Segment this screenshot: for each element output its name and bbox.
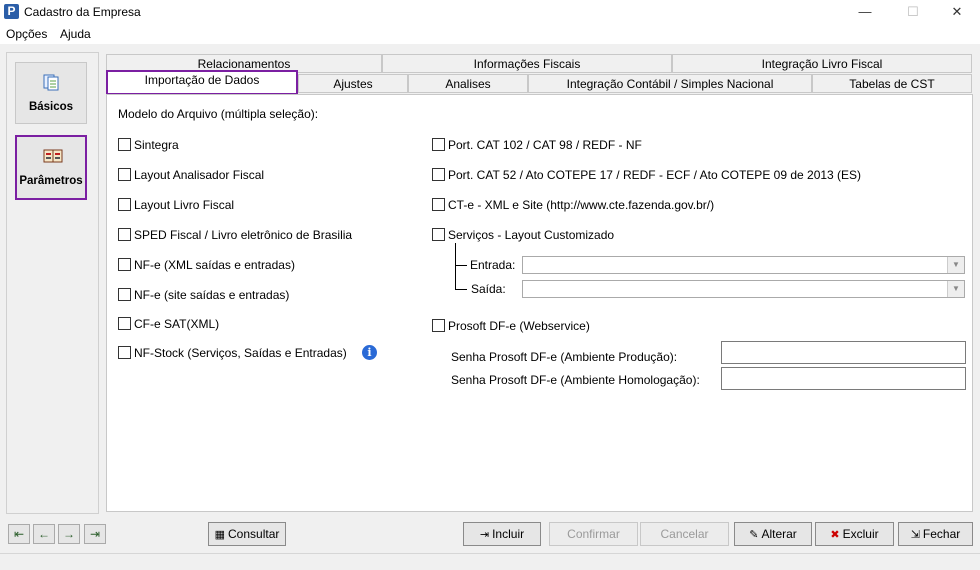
- cancelar-label: Cancelar: [660, 527, 709, 541]
- last-record-button[interactable]: ⇥: [84, 524, 106, 544]
- cancelar-button[interactable]: Cancelar: [640, 522, 729, 546]
- senha-homologacao-input[interactable]: [721, 367, 966, 390]
- tree-line: [455, 243, 456, 289]
- nfe-xml-label: NF-e (XML saídas e entradas): [134, 258, 295, 272]
- nf-stock-checkbox[interactable]: [118, 346, 131, 359]
- saida-select[interactable]: ▼: [522, 280, 965, 298]
- model-heading: Modelo do Arquivo (múltipla seleção):: [118, 107, 319, 121]
- servicos-layout-label: Serviços - Layout Customizado: [448, 228, 615, 242]
- menu-bar: [0, 24, 980, 44]
- senha-producao-input[interactable]: [721, 341, 966, 364]
- nfe-xml-checkbox[interactable]: [118, 258, 131, 271]
- tab-analises[interactable]: Analises: [408, 74, 528, 93]
- layout-analisador-label: Layout Analisador Fiscal: [134, 168, 265, 182]
- first-record-button[interactable]: ⇤: [8, 524, 30, 544]
- tab-informacoes-fiscais[interactable]: Informações Fiscais: [382, 54, 672, 73]
- port-cat-52-label: Port. CAT 52 / Ato COTEPE 17 / REDF - EC…: [448, 168, 862, 182]
- menu-opcoes[interactable]: Opções: [6, 27, 47, 41]
- sped-fiscal-label: SPED Fiscal / Livro eletrônico de Brasil…: [134, 228, 353, 242]
- settings-book-icon: [43, 149, 63, 163]
- documents-icon: [43, 74, 59, 91]
- add-record-icon: ⇥: [479, 529, 490, 541]
- tab-ajustes[interactable]: Ajustes: [298, 74, 408, 93]
- prosoft-label: Prosoft DF-e (Webservice): [448, 319, 590, 333]
- incluir-button[interactable]: ⇥ Incluir: [463, 522, 541, 546]
- nfe-site-label: NF-e (site saídas e entradas): [134, 288, 290, 302]
- status-bar: [0, 553, 980, 570]
- layout-livro-fiscal-label: Layout Livro Fiscal: [134, 198, 235, 212]
- delete-icon: ✖: [830, 529, 840, 541]
- menu-ajuda[interactable]: Ajuda: [60, 27, 91, 41]
- alterar-button[interactable]: ✎ Alterar: [734, 522, 812, 546]
- saida-label: Saída:: [471, 282, 506, 296]
- fechar-label: Fechar: [922, 527, 961, 541]
- layout-livro-fiscal-checkbox[interactable]: [118, 198, 131, 211]
- tree-line: [455, 265, 467, 266]
- cfe-sat-checkbox[interactable]: [118, 317, 131, 330]
- excluir-label: Excluir: [842, 527, 879, 541]
- chevron-down-icon: ▼: [947, 281, 964, 297]
- edit-icon: ✎: [749, 529, 759, 541]
- tab-importacao-de-dados[interactable]: Importação de Dados: [106, 70, 298, 95]
- previous-record-button[interactable]: ←: [33, 524, 55, 544]
- incluir-label: Incluir: [492, 527, 525, 541]
- window-title: Cadastro da Empresa: [24, 5, 141, 19]
- sidebar-item-parametros[interactable]: Parâmetros: [15, 135, 87, 200]
- app-logo-icon: P: [4, 4, 19, 19]
- cte-xml-checkbox[interactable]: [432, 198, 445, 211]
- confirmar-label: Confirmar: [567, 527, 620, 541]
- minimize-button[interactable]: —: [842, 0, 888, 24]
- info-icon[interactable]: i: [362, 345, 377, 360]
- consultar-label: Consultar: [228, 527, 280, 541]
- tab-integracao-contabil[interactable]: Integração Contábil / Simples Nacional: [528, 74, 812, 93]
- port-cat-102-label: Port. CAT 102 / CAT 98 / REDF - NF: [448, 138, 642, 152]
- grid-icon: ▦: [214, 529, 226, 541]
- sidebar-item-basicos[interactable]: Básicos: [15, 62, 87, 124]
- confirmar-button[interactable]: Confirmar: [549, 522, 638, 546]
- layout-analisador-checkbox[interactable]: [118, 168, 131, 181]
- cte-xml-label: CT-e - XML e Site (http://www.cte.fazend…: [448, 198, 715, 212]
- port-cat-52-checkbox[interactable]: [432, 168, 445, 181]
- chevron-down-icon: ▼: [947, 257, 964, 273]
- close-button[interactable]: ✕: [934, 0, 980, 24]
- sped-fiscal-checkbox[interactable]: [118, 228, 131, 241]
- cfe-sat-label: CF-e SAT(XML): [134, 317, 220, 331]
- maximize-button[interactable]: ☐: [890, 0, 936, 24]
- tab-integracao-livro-fiscal[interactable]: Integração Livro Fiscal: [672, 54, 972, 73]
- tab-content-panel: [106, 94, 973, 512]
- title-bar: [0, 0, 980, 24]
- nfe-site-checkbox[interactable]: [118, 288, 131, 301]
- alterar-label: Alterar: [761, 527, 797, 541]
- tree-line: [455, 289, 467, 290]
- port-cat-102-checkbox[interactable]: [432, 138, 445, 151]
- exit-icon: ⇲: [910, 529, 920, 541]
- entrada-label: Entrada:: [470, 258, 516, 272]
- entrada-select[interactable]: ▼: [522, 256, 965, 274]
- sintegra-checkbox[interactable]: [118, 138, 131, 151]
- sintegra-label: Sintegra: [134, 138, 179, 152]
- senha-producao-label: Senha Prosoft DF-e (Ambiente Produção):: [451, 350, 678, 364]
- nf-stock-label: NF-Stock (Serviços, Saídas e Entradas): [134, 346, 347, 360]
- excluir-button[interactable]: ✖ Excluir: [815, 522, 894, 546]
- consultar-button[interactable]: ▦ Consultar: [208, 522, 286, 546]
- sidebar-item-label: Básicos: [28, 101, 74, 113]
- prosoft-checkbox[interactable]: [432, 319, 445, 332]
- sidebar-item-label: Parâmetros: [19, 175, 83, 187]
- tab-tabelas-cst[interactable]: Tabelas de CST: [812, 74, 972, 93]
- fechar-button[interactable]: ⇲ Fechar: [898, 522, 973, 546]
- servicos-layout-checkbox[interactable]: [432, 228, 445, 241]
- next-record-button[interactable]: →: [58, 524, 80, 544]
- senha-homologacao-label: Senha Prosoft DF-e (Ambiente Homologação…: [451, 373, 700, 387]
